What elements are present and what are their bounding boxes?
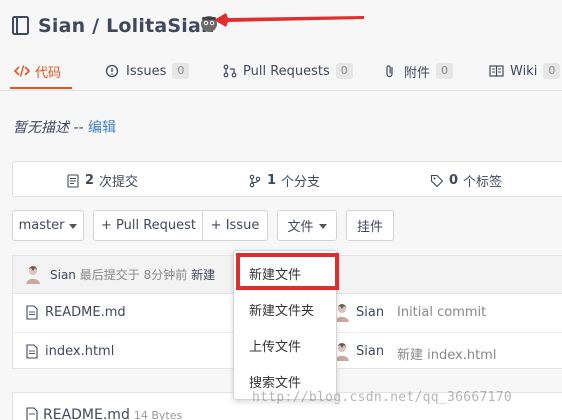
file-commit-author[interactable]: Sian [356,344,384,359]
avatar [26,266,40,284]
file-icon [26,305,38,320]
repo-tabs: 代码 Issues 0 Pull Requests 0 附件 0 Wiki 0 [0,55,562,89]
commit-doc-icon [67,173,79,188]
tab-attachments-count: 0 [436,63,454,79]
readme-size: 14 Bytes [133,409,183,420]
commits-stat[interactable]: 2 次提交 [66,171,138,190]
tab-code[interactable]: 代码 [14,55,61,87]
file-commit-message[interactable]: 新建 index.html [397,344,496,363]
repo-name-link[interactable]: Sian / LolitaSian [38,15,215,37]
red-highlight-box [236,253,339,290]
wiki-book-icon [489,65,504,77]
new-pull-request-button[interactable]: + Pull Request [93,210,204,241]
tabs-divider [0,90,562,91]
new-folder-menu-item[interactable]: 新建文件夹 [234,291,338,327]
active-tab-underline [10,87,72,89]
tab-issues-label: Issues [126,63,167,79]
tags-label: 个标签 [463,175,503,190]
branch-select[interactable]: master [12,210,84,241]
repo-stats-bar: 2 次提交 1 个分支 0 个标签 [12,161,562,197]
readme-name: README.md [43,407,130,420]
file-menu-label: 文件 [287,220,314,235]
repo-header: Sian / LolitaSian 代码 Issues 0 Pull Reque… [0,0,562,100]
tab-attachments-label: 附件 [404,65,431,81]
issue-icon [105,64,119,78]
file-commit-message[interactable]: Initial commit [397,305,486,320]
tab-attachments[interactable]: 附件 0 [383,55,454,87]
description-text: 暂无描述 [13,120,69,136]
tab-issues-count: 0 [172,63,190,79]
commits-count: 2 [85,173,95,188]
chevron-down-icon [318,224,327,229]
file-name-link[interactable]: index.html [45,344,114,359]
last-commit-time: 8分钟前 [143,268,188,282]
file-menu-button[interactable]: 文件 [277,210,337,241]
branch-icon [249,174,261,187]
tab-issues[interactable]: Issues 0 [105,55,190,87]
tab-code-label: 代码 [35,65,62,81]
commits-label: 次提交 [99,175,139,190]
red-arrow-annotation [214,13,364,27]
watermark-text: http://blog.csdn.net/qq_36667170 [252,390,513,405]
paperclip-icon [386,65,393,78]
tab-pull-requests-label: Pull Requests [243,63,330,79]
tag-icon [430,174,444,187]
file-icon [26,344,38,359]
file-commit-author[interactable]: Sian [356,305,384,320]
tab-pull-requests[interactable]: Pull Requests 0 [222,55,353,87]
pull-request-icon [223,64,237,78]
branches-count: 1 [267,173,277,188]
new-pull-request-label: + Pull Request [100,218,197,233]
description-separator: -- [69,120,89,136]
last-commit-message[interactable]: 新建 [191,268,215,282]
chevron-down-icon [69,224,78,229]
tags-count: 0 [449,173,459,188]
tags-stat[interactable]: 0 个标签 [430,171,502,190]
branch-select-label: master [18,218,65,233]
tab-pull-requests-count: 0 [335,63,353,79]
tab-wiki-label: Wiki [510,63,538,79]
last-commit-author[interactable]: Sian [50,268,76,282]
repo-description: 暂无描述 -- 编辑 [13,117,116,137]
last-commit-info: Sian 最后提交于 8分钟前 新建 [50,266,215,283]
branches-stat[interactable]: 1 个分支 [248,171,320,190]
repo-book-icon [12,16,29,35]
upload-file-menu-item[interactable]: 上传文件 [234,327,338,363]
pendant-button[interactable]: 挂件 [346,210,394,241]
new-issue-label: + Issue [210,218,260,233]
tab-wiki-count: 0 [543,63,561,79]
file-name-link[interactable]: README.md [45,305,126,320]
last-commit-text: 最后提交于 [79,268,140,282]
file-icon [26,407,38,420]
code-icon [14,65,30,77]
readme-title: README.md 14 Bytes [43,407,182,420]
branches-label: 个分支 [281,175,321,190]
repo-title: Sian / LolitaSian [12,12,215,40]
new-issue-button[interactable]: + Issue [202,210,268,241]
edit-description-link[interactable]: 编辑 [88,120,116,136]
tab-wiki[interactable]: Wiki 0 [489,55,561,87]
pendant-label: 挂件 [356,220,383,235]
